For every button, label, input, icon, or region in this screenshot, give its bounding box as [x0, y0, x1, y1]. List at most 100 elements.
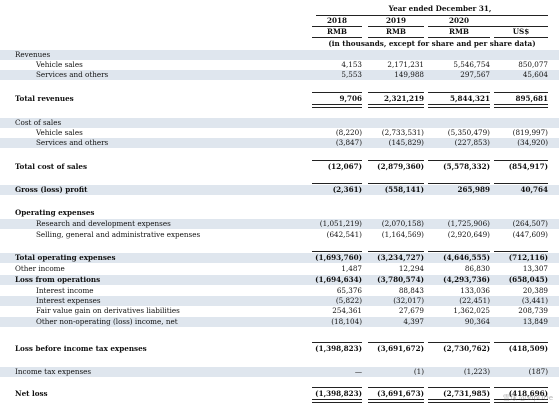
value-cell: (3,780,574)	[377, 275, 424, 284]
value-cell: (1)	[413, 367, 424, 376]
total-double-rule	[494, 104, 548, 108]
value-cell: 88,843	[398, 286, 424, 295]
value-cell: (1,725,906)	[447, 219, 490, 228]
value-cell: 9,706	[339, 94, 362, 103]
value-cell: 254,361	[332, 306, 362, 315]
value-cell: (22,451)	[459, 296, 490, 305]
table-row: Interest expenses (5,822) (32,017) (22,451)…	[0, 296, 559, 306]
value-cell: (1,398,823)	[315, 389, 362, 398]
watermark: 雪球 @TopDDe	[502, 394, 553, 402]
table-row: Fair value gain on derivatives liabiliti…	[0, 306, 559, 316]
row-label: Other non-operating (loss) income, net	[36, 317, 178, 326]
value-cell: (5,578,332)	[443, 162, 490, 171]
subtotal-rule	[494, 387, 548, 388]
row-label: Services and others	[36, 138, 109, 147]
row-label: Revenues	[15, 50, 51, 59]
row-label: Vehicle sales	[36, 60, 83, 69]
value-cell: 13,849	[522, 317, 548, 326]
value-cell: (1,398,823)	[315, 344, 362, 353]
subtotal-rule	[494, 251, 548, 252]
table-row: Other income 1,487 12,294 86,830 13,307	[0, 264, 559, 274]
value-cell: (819,997)	[512, 128, 548, 137]
value-cell: 2,321,219	[383, 94, 424, 103]
value-cell: (418,509)	[508, 344, 548, 353]
row-label: Loss before income tax expenses	[15, 344, 147, 353]
value-cell: (4,293,736)	[443, 275, 490, 284]
table-row: Services and others 5,553 149,988 297,567 45…	[0, 70, 559, 80]
value-cell: 850,077	[518, 60, 548, 69]
subtotal-rule	[428, 251, 490, 252]
table-row: Vehicle sales (8,220) (2,733,531) (5,350,47…	[0, 128, 559, 138]
subtotal-rule	[428, 342, 490, 343]
total-double-rule	[428, 104, 490, 108]
subtotal-rule	[312, 251, 362, 252]
table-row: Selling, general and administrative expe…	[0, 230, 559, 240]
row-label: Loss from operations	[15, 275, 101, 284]
value-cell: (1,164,569)	[381, 230, 424, 239]
value-cell: (3,691,673)	[377, 389, 424, 398]
currency-col4: US$	[512, 27, 530, 36]
row-label: Fair value gain on derivatives liabiliti…	[36, 306, 180, 315]
total-double-rule	[312, 399, 362, 403]
value-cell: (2,070,158)	[381, 219, 424, 228]
value-cell: 5,553	[341, 70, 362, 79]
currency-col2: RMB	[385, 27, 406, 36]
value-cell: 208,739	[518, 306, 548, 315]
currency-rule	[494, 37, 548, 38]
subtotal-rule	[494, 160, 548, 161]
value-cell: 895,681	[515, 94, 548, 103]
value-cell: (1,051,219)	[319, 219, 362, 228]
table-row: Total cost of sales (12,067) (2,879,360) (5…	[0, 162, 559, 172]
value-cell: (227,853)	[454, 138, 490, 147]
subtotal-rule	[368, 387, 424, 388]
subtotal-rule	[428, 92, 490, 93]
currency-rule	[368, 37, 424, 38]
value-cell: 4,397	[403, 317, 424, 326]
subtotal-rule	[312, 92, 362, 93]
table-row: Operating expenses	[0, 208, 559, 218]
income-statement: Year ended December 31, 2018 2019 2020 R…	[0, 0, 559, 407]
value-cell: 2,171,231	[387, 60, 424, 69]
value-cell: (1,693,760)	[315, 253, 362, 262]
value-cell: (5,822)	[335, 296, 362, 305]
table-row: Vehicle sales 4,153 2,171,231 5,546,754 850,…	[0, 60, 559, 70]
total-double-rule	[312, 104, 362, 108]
table-row: Income tax expenses — (1) (1,223) (187)	[0, 367, 559, 377]
value-cell: —	[354, 367, 362, 376]
value-cell: (3,847)	[335, 138, 362, 147]
table-header: Year ended December 31, 2018 2019 2020 R…	[0, 4, 559, 50]
value-cell: (558,141)	[384, 185, 424, 194]
row-label: Services and others	[36, 70, 109, 79]
table-row: Loss before income tax expenses (1,398,82…	[0, 344, 559, 354]
year-2019: 2019	[385, 16, 406, 25]
total-double-rule	[368, 104, 424, 108]
row-label: Interest income	[36, 286, 94, 295]
value-cell: (658,045)	[508, 275, 548, 284]
row-label: Income tax expenses	[15, 367, 92, 376]
table-row: Revenues	[0, 50, 559, 60]
table-row: Loss from operations (1,694,634) (3,780,57…	[0, 275, 559, 285]
value-cell: 1,362,025	[453, 306, 490, 315]
subtotal-rule	[312, 387, 362, 388]
value-cell: 90,364	[464, 317, 490, 326]
value-cell: 149,988	[394, 70, 424, 79]
value-cell: (2,920,649)	[447, 230, 490, 239]
currency-rule	[428, 37, 490, 38]
subtotal-rule	[368, 160, 424, 161]
value-cell: 133,036	[460, 286, 490, 295]
row-label: Total operating expenses	[15, 253, 116, 262]
value-cell: 265,989	[457, 185, 490, 194]
table-row: Total revenues 9,706 2,321,219 5,844,321 895…	[0, 94, 559, 104]
currency-col1: RMB	[326, 27, 347, 36]
value-cell: 4,153	[341, 60, 362, 69]
value-cell: (187)	[528, 367, 548, 376]
row-label: Total revenues	[15, 94, 74, 103]
row-label: Selling, general and administrative expe…	[36, 230, 201, 239]
table-row: Interest income 65,376 88,843 133,036 20,389	[0, 286, 559, 296]
subtotal-rule	[428, 183, 490, 184]
row-label: Total cost of sales	[15, 162, 88, 171]
row-label: Operating expenses	[15, 208, 95, 217]
table-row: Gross (loss) profit (2,361) (558,141) 265,9…	[0, 185, 559, 195]
subtotal-rule	[494, 342, 548, 343]
value-cell: 86,830	[464, 264, 490, 273]
